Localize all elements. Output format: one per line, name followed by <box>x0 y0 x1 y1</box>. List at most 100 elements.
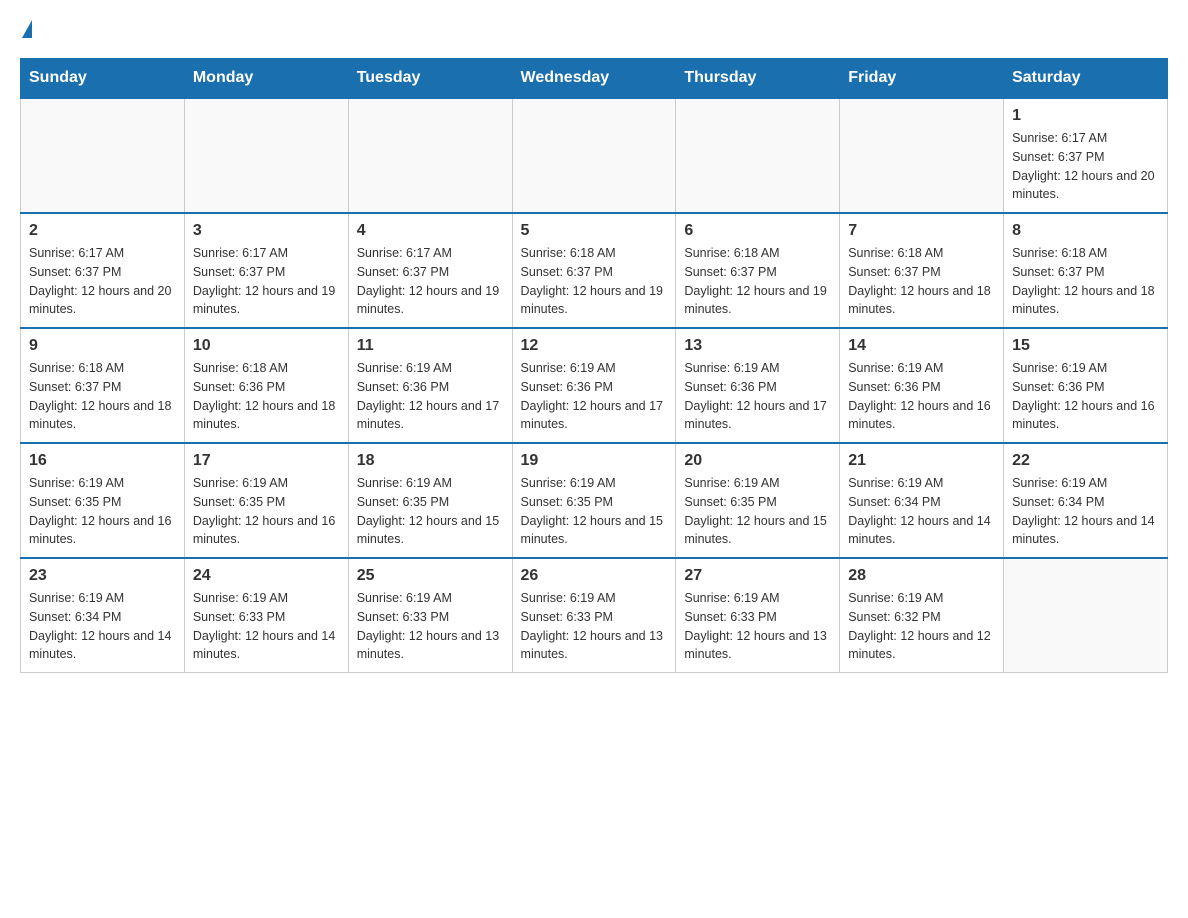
day-info: Sunrise: 6:19 AMSunset: 6:36 PMDaylight:… <box>357 359 504 434</box>
day-info: Sunrise: 6:19 AMSunset: 6:34 PMDaylight:… <box>1012 474 1159 549</box>
calendar-header-sunday: Sunday <box>21 59 185 99</box>
day-number: 20 <box>684 452 831 470</box>
day-info: Sunrise: 6:19 AMSunset: 6:34 PMDaylight:… <box>848 474 995 549</box>
day-info: Sunrise: 6:19 AMSunset: 6:36 PMDaylight:… <box>521 359 668 434</box>
day-number: 10 <box>193 337 340 355</box>
calendar-cell-3-4: 12 Sunrise: 6:19 AMSunset: 6:36 PMDayligh… <box>512 328 676 443</box>
calendar-header-tuesday: Tuesday <box>348 59 512 99</box>
calendar-cell-2-3: 4 Sunrise: 6:17 AMSunset: 6:37 PMDaylight… <box>348 213 512 328</box>
calendar-cell-2-4: 5 Sunrise: 6:18 AMSunset: 6:37 PMDaylight… <box>512 213 676 328</box>
calendar-cell-2-6: 7 Sunrise: 6:18 AMSunset: 6:37 PMDaylight… <box>840 213 1004 328</box>
day-number: 14 <box>848 337 995 355</box>
day-number: 18 <box>357 452 504 470</box>
day-info: Sunrise: 6:17 AMSunset: 6:37 PMDaylight:… <box>1012 129 1159 204</box>
calendar-week-row-1: 1 Sunrise: 6:17 AMSunset: 6:37 PMDaylight… <box>21 98 1168 213</box>
day-info: Sunrise: 6:19 AMSunset: 6:34 PMDaylight:… <box>29 589 176 664</box>
day-number: 26 <box>521 567 668 585</box>
day-number: 25 <box>357 567 504 585</box>
day-number: 2 <box>29 222 176 240</box>
day-info: Sunrise: 6:19 AMSunset: 6:33 PMDaylight:… <box>193 589 340 664</box>
day-number: 1 <box>1012 107 1159 125</box>
calendar-week-row-3: 9 Sunrise: 6:18 AMSunset: 6:37 PMDaylight… <box>21 328 1168 443</box>
calendar-cell-3-6: 14 Sunrise: 6:19 AMSunset: 6:36 PMDayligh… <box>840 328 1004 443</box>
calendar-cell-3-2: 10 Sunrise: 6:18 AMSunset: 6:36 PMDayligh… <box>184 328 348 443</box>
day-info: Sunrise: 6:19 AMSunset: 6:35 PMDaylight:… <box>357 474 504 549</box>
day-number: 3 <box>193 222 340 240</box>
calendar-table: SundayMondayTuesdayWednesdayThursdayFrid… <box>20 58 1168 673</box>
day-info: Sunrise: 6:19 AMSunset: 6:35 PMDaylight:… <box>521 474 668 549</box>
day-info: Sunrise: 6:19 AMSunset: 6:33 PMDaylight:… <box>357 589 504 664</box>
day-info: Sunrise: 6:19 AMSunset: 6:36 PMDaylight:… <box>848 359 995 434</box>
calendar-header-thursday: Thursday <box>676 59 840 99</box>
calendar-header-friday: Friday <box>840 59 1004 99</box>
calendar-cell-1-4 <box>512 98 676 213</box>
calendar-cell-4-1: 16 Sunrise: 6:19 AMSunset: 6:35 PMDayligh… <box>21 443 185 558</box>
day-info: Sunrise: 6:19 AMSunset: 6:32 PMDaylight:… <box>848 589 995 664</box>
calendar-cell-1-2 <box>184 98 348 213</box>
calendar-cell-5-7 <box>1004 558 1168 673</box>
day-number: 23 <box>29 567 176 585</box>
calendar-cell-2-5: 6 Sunrise: 6:18 AMSunset: 6:37 PMDaylight… <box>676 213 840 328</box>
calendar-cell-5-6: 28 Sunrise: 6:19 AMSunset: 6:32 PMDayligh… <box>840 558 1004 673</box>
day-number: 4 <box>357 222 504 240</box>
calendar-cell-5-3: 25 Sunrise: 6:19 AMSunset: 6:33 PMDayligh… <box>348 558 512 673</box>
day-number: 11 <box>357 337 504 355</box>
calendar-cell-3-5: 13 Sunrise: 6:19 AMSunset: 6:36 PMDayligh… <box>676 328 840 443</box>
calendar-cell-5-2: 24 Sunrise: 6:19 AMSunset: 6:33 PMDayligh… <box>184 558 348 673</box>
day-info: Sunrise: 6:18 AMSunset: 6:37 PMDaylight:… <box>29 359 176 434</box>
calendar-week-row-4: 16 Sunrise: 6:19 AMSunset: 6:35 PMDayligh… <box>21 443 1168 558</box>
logo <box>20 20 32 38</box>
calendar-cell-2-1: 2 Sunrise: 6:17 AMSunset: 6:37 PMDaylight… <box>21 213 185 328</box>
day-number: 6 <box>684 222 831 240</box>
day-info: Sunrise: 6:19 AMSunset: 6:35 PMDaylight:… <box>684 474 831 549</box>
calendar-week-row-2: 2 Sunrise: 6:17 AMSunset: 6:37 PMDaylight… <box>21 213 1168 328</box>
day-info: Sunrise: 6:17 AMSunset: 6:37 PMDaylight:… <box>29 244 176 319</box>
day-info: Sunrise: 6:19 AMSunset: 6:35 PMDaylight:… <box>29 474 176 549</box>
calendar-cell-5-5: 27Sunrise: 6:19 AMSunset: 6:33 PMDayligh… <box>676 558 840 673</box>
day-info: Sunrise: 6:18 AMSunset: 6:37 PMDaylight:… <box>848 244 995 319</box>
day-info: Sunrise: 6:18 AMSunset: 6:37 PMDaylight:… <box>521 244 668 319</box>
calendar-cell-3-7: 15 Sunrise: 6:19 AMSunset: 6:36 PMDayligh… <box>1004 328 1168 443</box>
day-number: 8 <box>1012 222 1159 240</box>
day-number: 12 <box>521 337 668 355</box>
calendar-cell-4-4: 19 Sunrise: 6:19 AMSunset: 6:35 PMDayligh… <box>512 443 676 558</box>
day-number: 7 <box>848 222 995 240</box>
calendar-cell-5-1: 23 Sunrise: 6:19 AMSunset: 6:34 PMDayligh… <box>21 558 185 673</box>
day-number: 13 <box>684 337 831 355</box>
day-number: 17 <box>193 452 340 470</box>
calendar-cell-1-7: 1 Sunrise: 6:17 AMSunset: 6:37 PMDaylight… <box>1004 98 1168 213</box>
calendar-cell-4-7: 22 Sunrise: 6:19 AMSunset: 6:34 PMDayligh… <box>1004 443 1168 558</box>
day-number: 16 <box>29 452 176 470</box>
calendar-cell-5-4: 26 Sunrise: 6:19 AMSunset: 6:33 PMDayligh… <box>512 558 676 673</box>
day-info: Sunrise: 6:18 AMSunset: 6:37 PMDaylight:… <box>684 244 831 319</box>
day-number: 5 <box>521 222 668 240</box>
day-number: 9 <box>29 337 176 355</box>
day-number: 19 <box>521 452 668 470</box>
calendar-week-row-5: 23 Sunrise: 6:19 AMSunset: 6:34 PMDayligh… <box>21 558 1168 673</box>
calendar-header-saturday: Saturday <box>1004 59 1168 99</box>
calendar-cell-1-3 <box>348 98 512 213</box>
day-number: 28 <box>848 567 995 585</box>
day-info: Sunrise: 6:18 AMSunset: 6:36 PMDaylight:… <box>193 359 340 434</box>
day-number: 24 <box>193 567 340 585</box>
calendar-cell-4-6: 21Sunrise: 6:19 AMSunset: 6:34 PMDayligh… <box>840 443 1004 558</box>
day-info: Sunrise: 6:17 AMSunset: 6:37 PMDaylight:… <box>357 244 504 319</box>
day-info: Sunrise: 6:19 AMSunset: 6:36 PMDaylight:… <box>684 359 831 434</box>
day-number: 15 <box>1012 337 1159 355</box>
calendar-header-row: SundayMondayTuesdayWednesdayThursdayFrid… <box>21 59 1168 99</box>
day-info: Sunrise: 6:18 AMSunset: 6:37 PMDaylight:… <box>1012 244 1159 319</box>
calendar-cell-4-3: 18 Sunrise: 6:19 AMSunset: 6:35 PMDayligh… <box>348 443 512 558</box>
calendar-cell-3-3: 11 Sunrise: 6:19 AMSunset: 6:36 PMDayligh… <box>348 328 512 443</box>
calendar-cell-1-1 <box>21 98 185 213</box>
calendar-cell-1-6 <box>840 98 1004 213</box>
day-info: Sunrise: 6:19 AMSunset: 6:35 PMDaylight:… <box>193 474 340 549</box>
calendar-cell-3-1: 9 Sunrise: 6:18 AMSunset: 6:37 PMDaylight… <box>21 328 185 443</box>
logo-triangle-icon <box>22 20 32 38</box>
calendar-cell-2-7: 8 Sunrise: 6:18 AMSunset: 6:37 PMDaylight… <box>1004 213 1168 328</box>
calendar-header-wednesday: Wednesday <box>512 59 676 99</box>
calendar-header-monday: Monday <box>184 59 348 99</box>
day-info: Sunrise: 6:19 AMSunset: 6:36 PMDaylight:… <box>1012 359 1159 434</box>
day-number: 22 <box>1012 452 1159 470</box>
day-info: Sunrise: 6:19 AMSunset: 6:33 PMDaylight:… <box>521 589 668 664</box>
calendar-cell-4-5: 20 Sunrise: 6:19 AMSunset: 6:35 PMDayligh… <box>676 443 840 558</box>
